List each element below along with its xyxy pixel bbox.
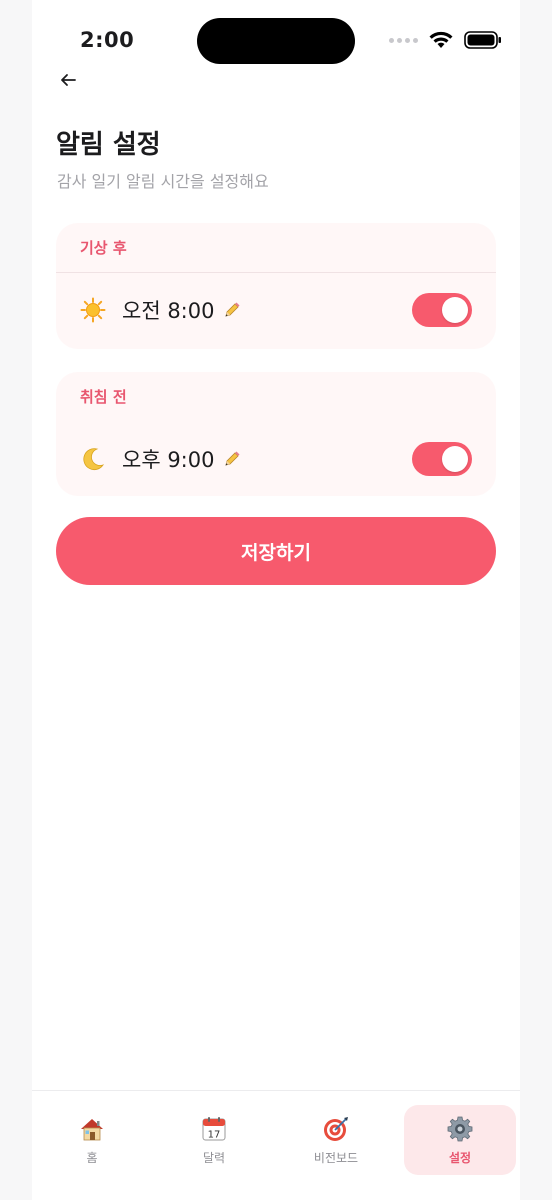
tab-label: 홈 <box>86 1151 98 1165</box>
alarm-time[interactable]: 오후 9:00 <box>122 444 214 474</box>
alarm-time[interactable]: 오전 8:00 <box>122 295 214 325</box>
wifi-icon <box>429 31 453 48</box>
alarm-section-label: 기상 후 <box>56 223 496 273</box>
sun-icon <box>80 297 106 323</box>
page-subtitle: 감사 일기 알림 시간을 설정해요 <box>57 172 269 191</box>
pencil-icon[interactable] <box>222 300 242 320</box>
tab-home[interactable]: 홈 <box>36 1105 148 1175</box>
pencil-icon[interactable] <box>222 449 242 469</box>
svg-text:17: 17 <box>208 1130 221 1141</box>
moon-icon <box>83 448 105 471</box>
tab-calendar[interactable]: 17 달력 <box>158 1105 270 1175</box>
alarm-section-label: 취침 전 <box>80 388 127 406</box>
toggle-knob <box>442 446 468 472</box>
back-arrow-icon[interactable] <box>56 68 80 92</box>
alarm-row: 오전 8:00 <box>56 273 496 347</box>
bottom-tab-bar: 홈 17 달력 비전보드 설정 <box>32 1090 520 1200</box>
tab-vision-board[interactable]: 비전보드 <box>280 1105 392 1175</box>
tab-settings[interactable]: 설정 <box>404 1105 516 1175</box>
save-button[interactable]: 저장하기 <box>56 517 496 585</box>
tab-label: 비전보드 <box>313 1151 359 1165</box>
toggle-knob <box>442 297 468 323</box>
status-indicators <box>389 30 502 50</box>
battery-icon <box>464 31 501 49</box>
page-title: 알림 설정 <box>56 130 161 160</box>
tab-label: 설정 <box>448 1151 472 1165</box>
target-icon <box>324 1117 348 1141</box>
signal-icon <box>389 37 418 43</box>
alarm-card-night: 취침 전 오후 9:00 <box>56 372 496 496</box>
status-time: 2:00 <box>80 28 135 52</box>
tab-label: 달력 <box>202 1151 226 1165</box>
dynamic-island <box>197 18 355 64</box>
alarm-toggle-night[interactable] <box>412 442 472 476</box>
alarm-toggle-morning[interactable] <box>412 293 472 327</box>
calendar-icon: 17 <box>202 1117 226 1141</box>
app-screen: 2:00 알림 설정 감사 일기 알림 시간을 설정해요 기상 후 오전 8:0… <box>32 0 520 1200</box>
alarm-row: 오후 9:00 <box>56 422 496 496</box>
alarm-card-morning: 기상 후 오전 8:00 <box>56 223 496 349</box>
house-icon <box>81 1119 103 1141</box>
gear-icon <box>447 1116 473 1142</box>
